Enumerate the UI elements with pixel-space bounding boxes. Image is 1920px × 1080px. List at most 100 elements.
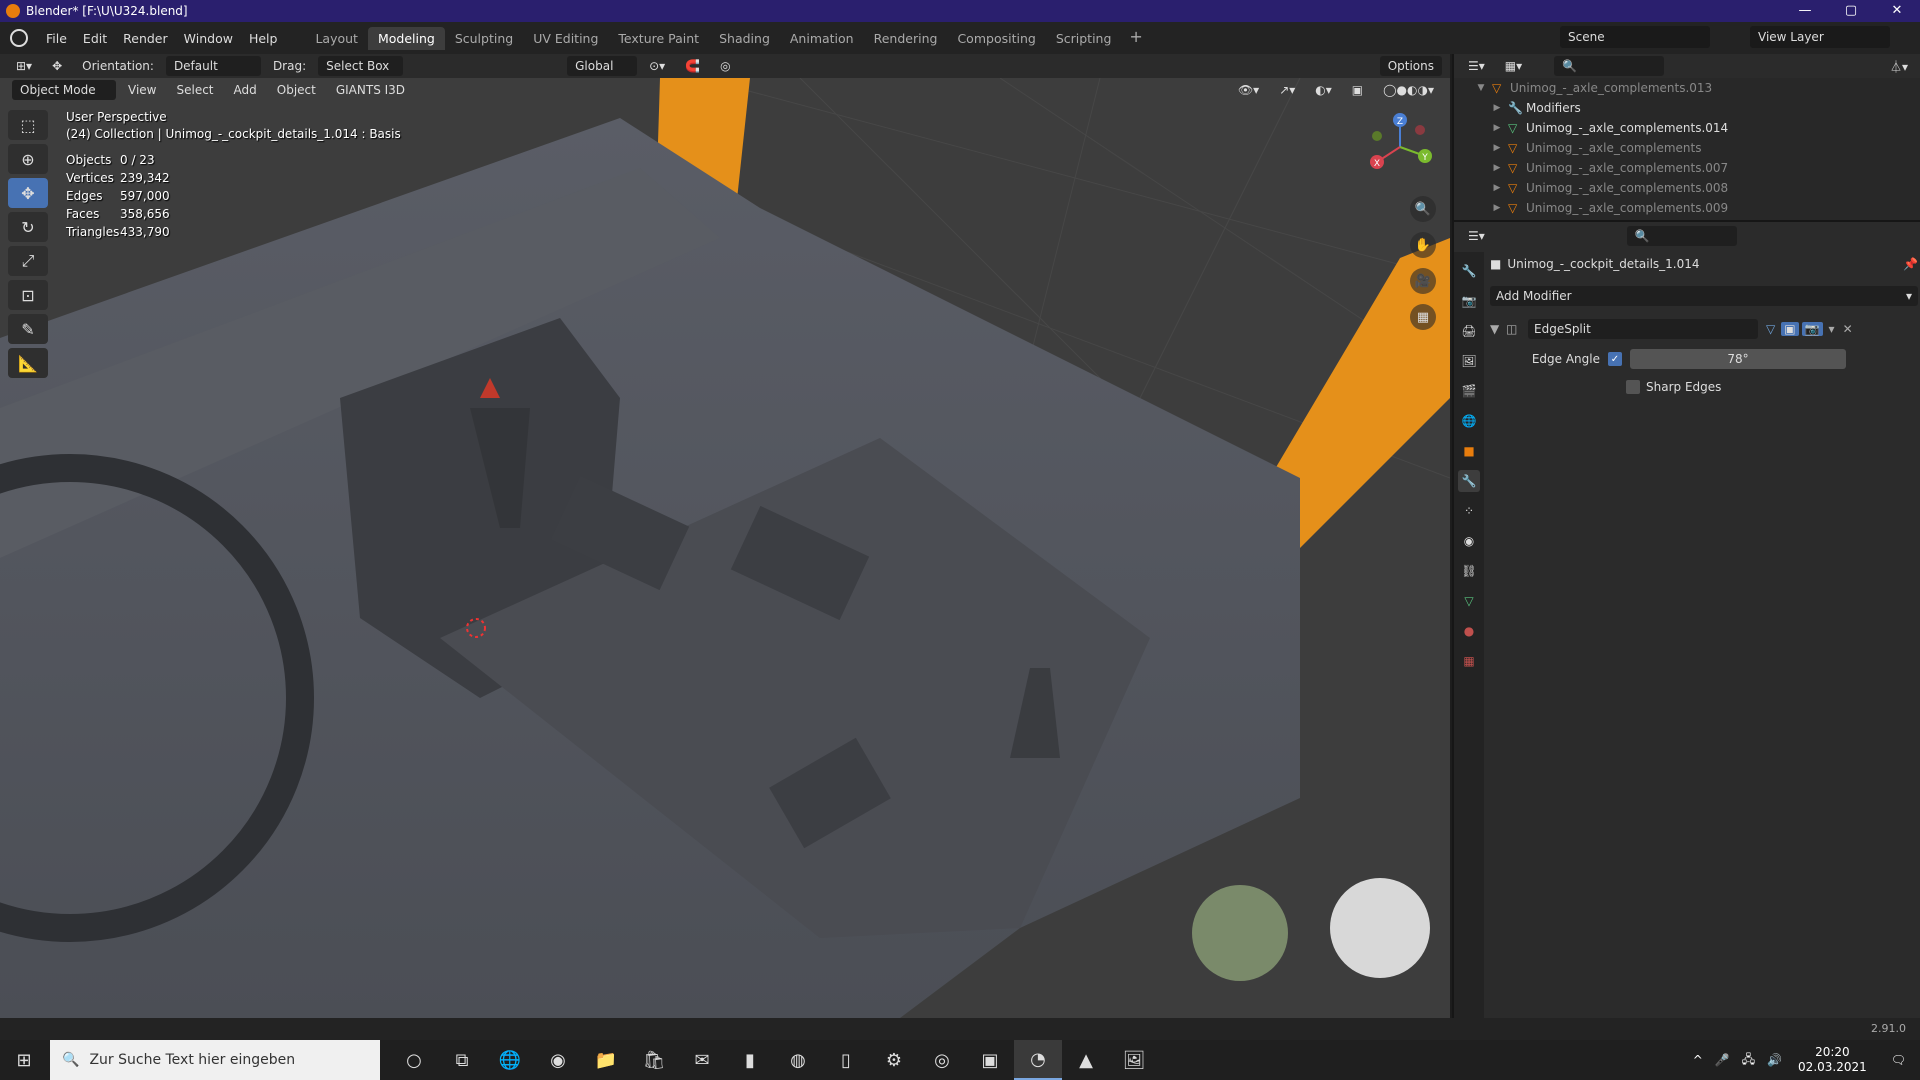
mail-icon[interactable]: ✉ — [678, 1040, 726, 1080]
store-icon[interactable]: 🛍 — [630, 1040, 678, 1080]
orientation-dropdown[interactable]: Default — [165, 56, 261, 76]
menu-help[interactable]: Help — [241, 31, 286, 46]
output-tab-icon[interactable]: 🖨 — [1458, 320, 1480, 342]
header-menu-add[interactable]: Add — [226, 80, 265, 100]
world-tab-icon[interactable]: 🌐 — [1458, 410, 1480, 432]
edge-icon[interactable]: 🌐 — [486, 1040, 534, 1080]
select-tool-icon[interactable]: ⬚ — [8, 110, 48, 140]
header-menu-view[interactable]: View — [120, 80, 164, 100]
remove-modifier-icon[interactable]: ✕ — [1843, 322, 1853, 336]
cortana-icon[interactable]: ○ — [390, 1040, 438, 1080]
options-dropdown[interactable]: Options — [1379, 56, 1442, 76]
notifications-icon[interactable]: 🗨 — [1891, 1053, 1906, 1067]
header-menu-select[interactable]: Select — [168, 80, 221, 100]
blender-taskbar-icon[interactable]: ◔ — [1014, 1040, 1062, 1080]
photos-icon[interactable]: 🖼 — [1110, 1040, 1158, 1080]
blender-logo-icon[interactable] — [10, 29, 28, 47]
task-view-icon[interactable]: ⧉ — [438, 1040, 486, 1080]
filter-icon[interactable]: ⏃▾ — [1882, 56, 1916, 76]
transform-tool-icon[interactable]: ⊡ — [8, 280, 48, 310]
pan-hand-icon[interactable]: ✋ — [1410, 232, 1436, 258]
render-toggle-icon[interactable]: 📷 — [1801, 322, 1823, 336]
tab-compositing[interactable]: Compositing — [947, 27, 1045, 50]
navigation-gizmo[interactable]: Z Y X — [1365, 112, 1435, 182]
mode-dropdown[interactable]: Object Mode — [12, 80, 116, 100]
file-explorer-icon[interactable]: 📁 — [582, 1040, 630, 1080]
properties-search-input[interactable]: 🔍 — [1626, 226, 1737, 246]
ortho-grid-icon[interactable]: ▦ — [1410, 304, 1436, 330]
pivot-icon[interactable]: ⊙▾ — [641, 56, 673, 76]
outliner-editor-icon[interactable]: ☰▾ — [1460, 56, 1493, 76]
close-button[interactable]: ✕ — [1874, 0, 1920, 22]
tab-modeling[interactable]: Modeling — [367, 26, 445, 50]
overlay-toggle-icon[interactable]: ◐▾ — [1307, 80, 1340, 100]
outliner-search-input[interactable]: 🔍 — [1554, 56, 1665, 76]
chrome-icon[interactable]: ◉ — [534, 1040, 582, 1080]
list-item[interactable]: ▶ ▽ Unimog_-_axle_complements.014 — [1454, 118, 1920, 138]
data-tab-icon[interactable]: ▽ — [1458, 590, 1480, 612]
list-item[interactable]: ▶ ▽ Unimog_-_axle_complements.008 — [1454, 178, 1920, 198]
list-item[interactable]: ▼ ▽ Unimog_-_axle_complements.013 — [1454, 78, 1920, 98]
view-layer-tab-icon[interactable]: 🖼 — [1458, 350, 1480, 372]
tab-sculpting[interactable]: Sculpting — [445, 27, 523, 50]
shading-modes-icon[interactable]: ◯●◐◑▾ — [1375, 80, 1442, 100]
tab-rendering[interactable]: Rendering — [864, 27, 948, 50]
spotify-icon[interactable]: ◍ — [774, 1040, 822, 1080]
sharp-edges-checkbox[interactable] — [1626, 380, 1640, 394]
snap-icon[interactable]: 🧲 — [677, 56, 708, 76]
settings-icon[interactable]: ⚙ — [870, 1040, 918, 1080]
edge-angle-slider[interactable]: 78° — [1630, 349, 1846, 369]
proportional-edit-icon[interactable]: ◎ — [712, 56, 738, 76]
camera-view-icon[interactable]: 🎥 — [1410, 268, 1436, 294]
list-item[interactable]: ▶ ▽ Unimog_-_axle_complements.007 — [1454, 158, 1920, 178]
minimize-button[interactable]: — — [1782, 0, 1828, 22]
scene-selector[interactable]: Scene — [1560, 26, 1710, 48]
render-tab-icon[interactable]: 📷 — [1458, 290, 1480, 312]
physics-tab-icon[interactable]: ◉ — [1458, 530, 1480, 552]
tab-layout[interactable]: Layout — [305, 27, 368, 50]
office-icon[interactable]: ▮ — [726, 1040, 774, 1080]
transform-orientation-dropdown[interactable]: Global — [567, 56, 638, 76]
list-item[interactable]: ▶ 🔧 Modifiers — [1454, 98, 1920, 118]
properties-editor-icon[interactable]: ☰▾ — [1460, 226, 1493, 246]
tab-shading[interactable]: Shading — [709, 27, 780, 50]
visibility-icon[interactable]: 👁▾ — [1230, 80, 1267, 100]
xray-icon[interactable]: ▣ — [1344, 80, 1371, 100]
header-menu-giants-i3d[interactable]: GIANTS I3D — [328, 80, 413, 100]
volume-icon[interactable]: 🔊 — [1767, 1053, 1782, 1067]
windows-start-icon[interactable]: ⊞ — [0, 1040, 48, 1080]
scale-tool-icon[interactable]: ⤢ — [8, 246, 48, 276]
measure-tool-icon[interactable]: 📐 — [8, 348, 48, 378]
add-workspace-icon[interactable]: + — [1121, 27, 1150, 50]
pin-icon[interactable]: 📌 — [1903, 257, 1918, 271]
list-item[interactable]: ▶ ▽ Unimog_-_axle_complements.009 — [1454, 198, 1920, 218]
scene-tab-icon[interactable]: 🎬 — [1458, 380, 1480, 402]
object-tab-icon[interactable]: ■ — [1458, 440, 1480, 462]
transform-tool-icon[interactable]: ✥ — [44, 56, 70, 76]
tool-tab-icon[interactable]: 🔧 — [1458, 260, 1480, 282]
clock[interactable]: 20:20 02.03.2021 — [1798, 1045, 1867, 1075]
editor-type-icon[interactable]: ⊞▾ — [8, 56, 40, 76]
tab-animation[interactable]: Animation — [780, 27, 864, 50]
discord-icon[interactable]: ◎ — [918, 1040, 966, 1080]
material-tab-icon[interactable]: ● — [1458, 620, 1480, 642]
add-modifier-dropdown[interactable]: Add Modifier ▾ — [1490, 286, 1918, 306]
editmode-toggle-icon[interactable]: ▽ — [1766, 322, 1775, 336]
notes-icon[interactable]: ▯ — [822, 1040, 870, 1080]
header-menu-object[interactable]: Object — [269, 80, 324, 100]
move-tool-icon[interactable]: ✥ — [8, 178, 48, 208]
tab-uv-editing[interactable]: UV Editing — [523, 27, 608, 50]
collapse-arrow-icon[interactable]: ▼ — [1490, 322, 1506, 336]
3d-viewport[interactable]: ⬚ ⊕ ✥ ↻ ⤢ ⊡ ✎ 📐 — [0, 78, 1450, 1018]
realtime-toggle-icon[interactable]: ▣ — [1781, 322, 1799, 336]
constraints-tab-icon[interactable]: ⛓ — [1458, 560, 1480, 582]
texture-tab-icon[interactable]: ▦ — [1458, 650, 1480, 672]
display-mode-icon[interactable]: ▦▾ — [1497, 56, 1530, 76]
annotate-tool-icon[interactable]: ✎ — [8, 314, 48, 344]
epic-games-icon[interactable]: ▣ — [966, 1040, 1014, 1080]
edge-angle-checkbox[interactable]: ✓ — [1608, 352, 1622, 366]
particles-tab-icon[interactable]: ⁘ — [1458, 500, 1480, 522]
rotate-tool-icon[interactable]: ↻ — [8, 212, 48, 242]
network-icon[interactable]: 🖧 — [1742, 1050, 1755, 1071]
tab-texture-paint[interactable]: Texture Paint — [608, 27, 709, 50]
